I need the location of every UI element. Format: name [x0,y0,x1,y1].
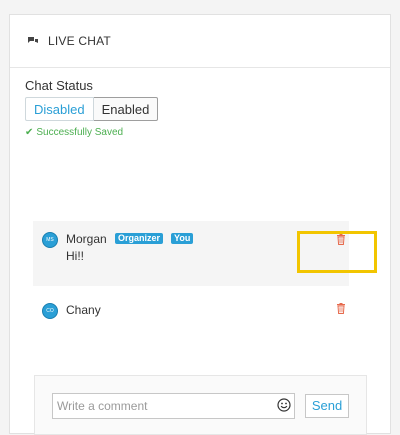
chat-bubbles-icon [28,37,38,43]
avatar: CO [42,303,58,319]
check-icon: ✔ [25,127,34,138]
save-status: ✔ Successfully Saved [25,127,123,138]
trash-icon[interactable] [336,303,346,314]
enabled-button[interactable]: Enabled [93,97,159,121]
chat-status-toggle: Disabled Enabled [25,97,159,121]
emoji-icon[interactable] [277,398,291,412]
organizer-badge: Organizer [115,233,164,244]
chat-status-label: Chat Status [25,78,93,93]
message-author: Morgan [66,232,107,246]
send-button[interactable]: Send [305,394,349,418]
message-author: Chany [66,303,101,317]
comment-composer: Send [34,375,367,435]
chat-message: CO Chany [33,299,349,323]
panel-header: LIVE CHAT [10,15,390,68]
disabled-button[interactable]: Disabled [25,97,94,121]
you-badge: You [171,233,194,244]
avatar: MS [42,232,58,248]
panel-title: LIVE CHAT [48,34,111,48]
message-text: Hi!! [66,249,84,263]
saved-message: Successfully Saved [36,127,124,138]
highlight-box [297,231,377,273]
comment-input[interactable] [52,393,295,419]
